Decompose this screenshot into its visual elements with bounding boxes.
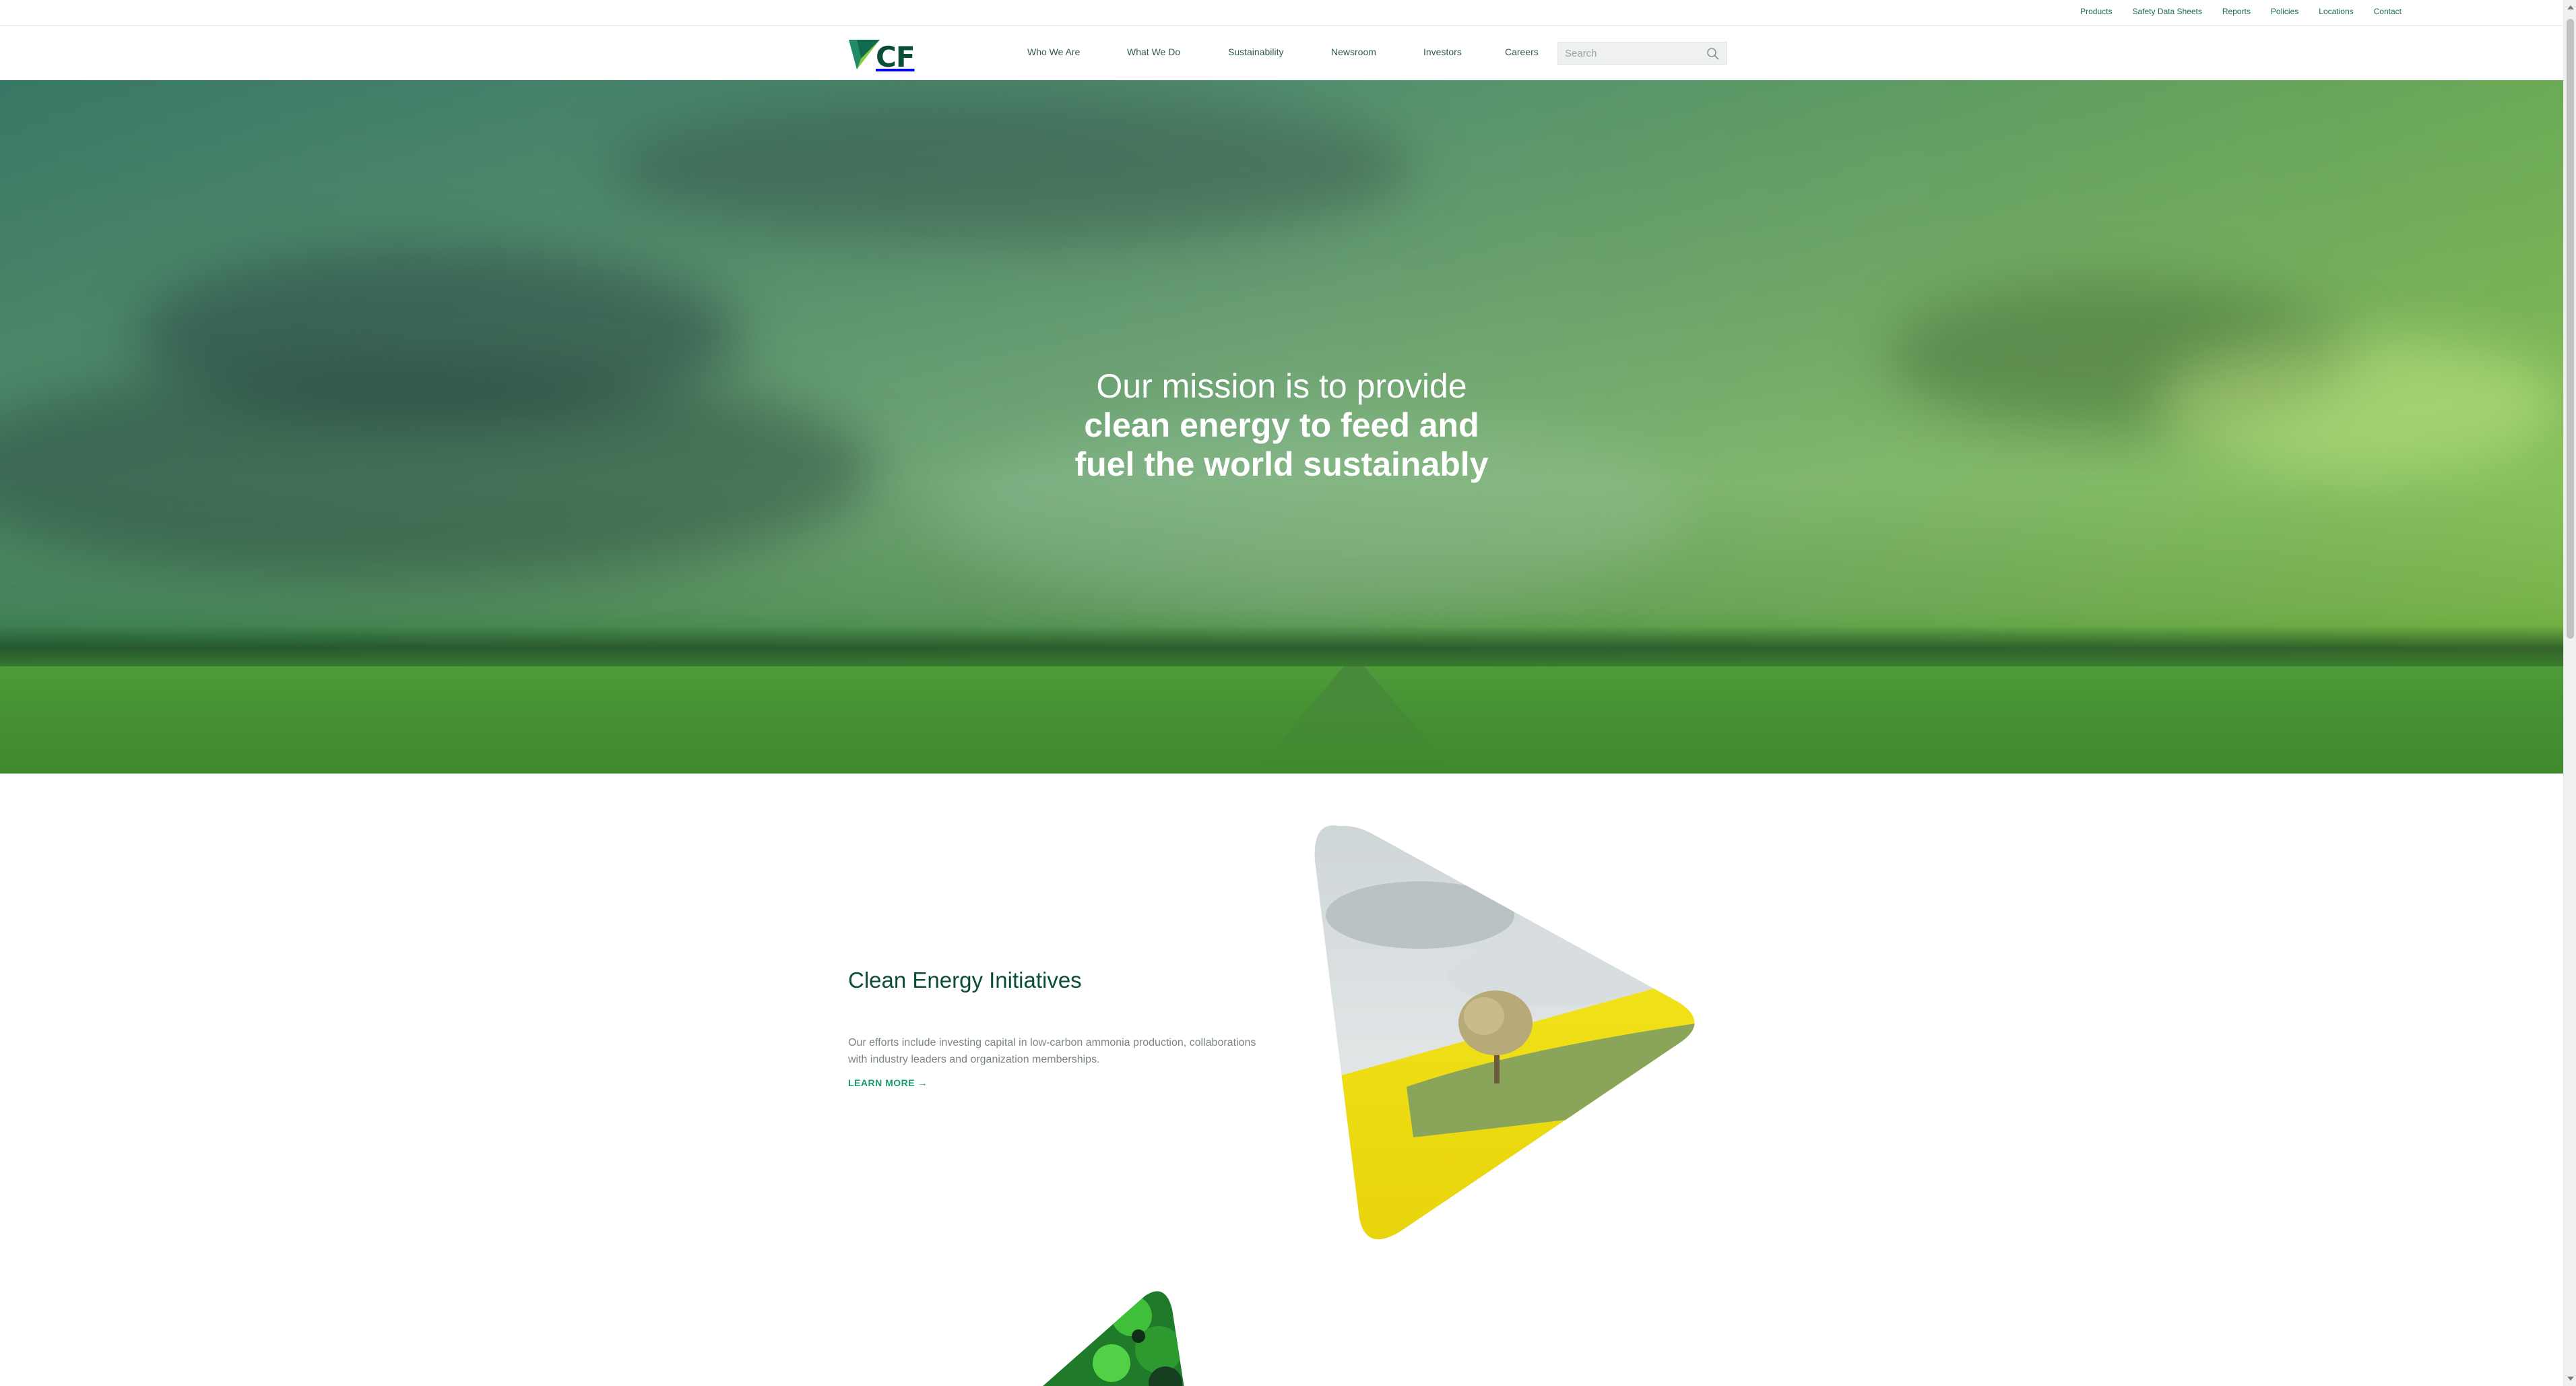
logo-text: CF (876, 40, 915, 73)
feature-description: Our efforts include investing capital in… (848, 1037, 1256, 1065)
cloud (0, 363, 876, 579)
utility-link-policies[interactable]: Policies (2271, 7, 2298, 16)
cloud (606, 94, 1415, 242)
nav-who-we-are[interactable]: Who We Are (1027, 46, 1127, 57)
search-input[interactable] (1558, 42, 1700, 64)
hero-headline: Our mission is to provide clean energy t… (943, 367, 1620, 484)
horizon-treeline (0, 626, 2563, 666)
hero-line-3: fuel the world sustainably (1074, 445, 1489, 483)
feature-title: Clean Energy Initiatives (848, 968, 1082, 993)
site-logo[interactable]: CF (847, 37, 925, 72)
nav-sustainability[interactable]: Sustainability (1228, 46, 1331, 57)
scroll-up-arrow-icon[interactable] (2567, 5, 2574, 9)
utility-link-reports[interactable]: Reports (2222, 7, 2251, 16)
nav-careers[interactable]: Careers (1505, 46, 1559, 57)
hero-line-1: Our mission is to provide (1096, 367, 1467, 405)
utility-nav: Products Safety Data Sheets Reports Poli… (2080, 7, 2402, 16)
utility-link-products[interactable]: Products (2080, 7, 2112, 16)
nav-what-we-do[interactable]: What We Do (1127, 46, 1228, 57)
search-box (1557, 42, 1727, 65)
hero-line-2: clean energy to feed and (1084, 406, 1479, 444)
search-icon[interactable] (1706, 47, 1720, 61)
page-scrollbar[interactable] (2563, 0, 2576, 1386)
scrollbar-thumb[interactable] (2567, 19, 2574, 639)
scroll-down-arrow-icon[interactable] (2567, 1377, 2574, 1381)
learn-more-link[interactable]: LEARN MORE → (848, 1077, 928, 1088)
utility-link-safety-data-sheets[interactable]: Safety Data Sheets (2132, 7, 2201, 16)
triangle-feature-image (1314, 825, 1695, 1240)
utility-link-contact[interactable]: Contact (2374, 7, 2402, 16)
primary-nav: Who We Are What We Do Sustainability New… (1027, 46, 1559, 57)
utility-link-locations[interactable]: Locations (2319, 7, 2353, 16)
nav-investors[interactable]: Investors (1423, 46, 1505, 57)
nav-newsroom[interactable]: Newsroom (1331, 46, 1423, 57)
feature-section: Clean Energy Initiatives Our efforts inc… (0, 774, 2563, 1386)
triangle-feature-image-2 (1031, 1291, 1186, 1386)
hero-banner: Our mission is to provide clean energy t… (0, 80, 2563, 774)
cloud (2156, 336, 2560, 471)
main-header: CF Who We Are What We Do Sustainability … (0, 28, 2563, 80)
utility-bar: Products Safety Data Sheets Reports Poli… (0, 0, 2563, 26)
